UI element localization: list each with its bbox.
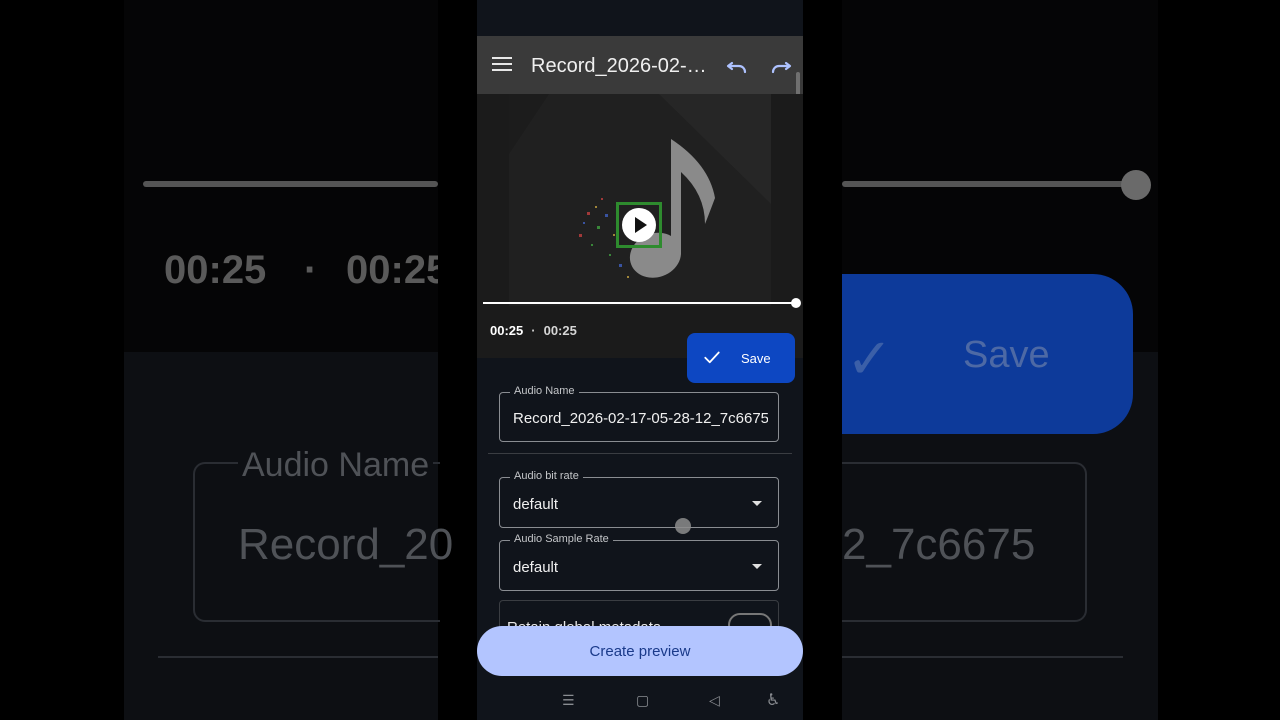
redo-icon[interactable]: [769, 54, 793, 78]
elapsed-time: 00:25: [490, 323, 524, 338]
bg-field-value-left: Record_20: [238, 520, 454, 569]
page-title: Record_2026-02-17-05-28-12_7c6675: [531, 55, 711, 77]
total-time: 00:25: [543, 323, 577, 338]
seek-bar[interactable]: [483, 302, 796, 304]
recents-nav-icon[interactable]: ☰: [562, 692, 575, 709]
sample-rate-dropdown[interactable]: Audio Sample Rate default: [499, 533, 779, 591]
bg-save-label: Save: [963, 334, 1050, 376]
status-bar: [477, 0, 803, 36]
bg-seek-knob: [1121, 170, 1151, 200]
music-note-icon: [509, 94, 771, 278]
sample-rate-label: Audio Sample Rate: [510, 533, 613, 545]
bg-seek-track-right: [842, 181, 1136, 187]
undo-icon[interactable]: [725, 54, 749, 78]
bg-divider-right: [842, 656, 1123, 658]
bit-rate-label: Audio bit rate: [510, 470, 583, 482]
divider: [488, 453, 792, 454]
accessibility-icon[interactable]: ♿: [766, 690, 780, 710]
back-nav-icon[interactable]: ◁: [709, 692, 720, 709]
bg-field-label: Audio Name: [238, 446, 434, 485]
bg-player-left: [124, 0, 438, 352]
bit-rate-value: default: [513, 496, 559, 513]
bg-field-value-right: 2_7c6675: [842, 520, 1036, 569]
bg-time-separator: ·: [304, 248, 318, 292]
create-preview-button[interactable]: Create preview: [477, 626, 803, 676]
play-icon: [622, 208, 656, 242]
audio-name-value: Record_2026-02-17-05-28-12_7c6675: [513, 410, 768, 427]
audio-name-label: Audio Name: [510, 385, 579, 397]
time-separator: ·: [531, 323, 536, 338]
bg-divider-left: [158, 656, 438, 658]
touch-indicator: [675, 518, 691, 534]
dropdown-arrow-icon: [752, 501, 762, 506]
home-nav-icon[interactable]: ▢: [636, 692, 649, 709]
album-art: [509, 94, 771, 306]
bg-seek-track-left: [143, 181, 438, 187]
save-button[interactable]: Save: [687, 333, 795, 383]
system-nav-bar: ☰ ▢ ◁ ♿: [477, 680, 803, 720]
audio-player: 00:25 · 00:25: [477, 94, 803, 358]
bg-save-button: ✓ Save: [842, 274, 1133, 434]
dropdown-arrow-icon: [752, 564, 762, 569]
seek-handle[interactable]: [791, 298, 801, 308]
time-display: 00:25 · 00:25: [490, 323, 577, 338]
bg-time-elapsed: 00:25: [164, 248, 267, 292]
phone-screen: Record_2026-02-17-05-28-12_7c6675: [477, 0, 803, 720]
check-icon: [704, 351, 720, 364]
audio-name-field[interactable]: Audio Name Record_2026-02-17-05-28-12_7c…: [499, 385, 779, 442]
bg-check-icon: ✓: [846, 327, 893, 390]
bg-time-total: 00:25: [346, 248, 438, 292]
app-bar: Record_2026-02-17-05-28-12_7c6675: [477, 36, 803, 94]
menu-icon[interactable]: [491, 54, 513, 76]
play-button[interactable]: [616, 202, 662, 248]
save-label: Save: [741, 351, 771, 366]
sample-rate-value: default: [513, 559, 559, 576]
bit-rate-dropdown[interactable]: Audio bit rate default: [499, 470, 779, 528]
